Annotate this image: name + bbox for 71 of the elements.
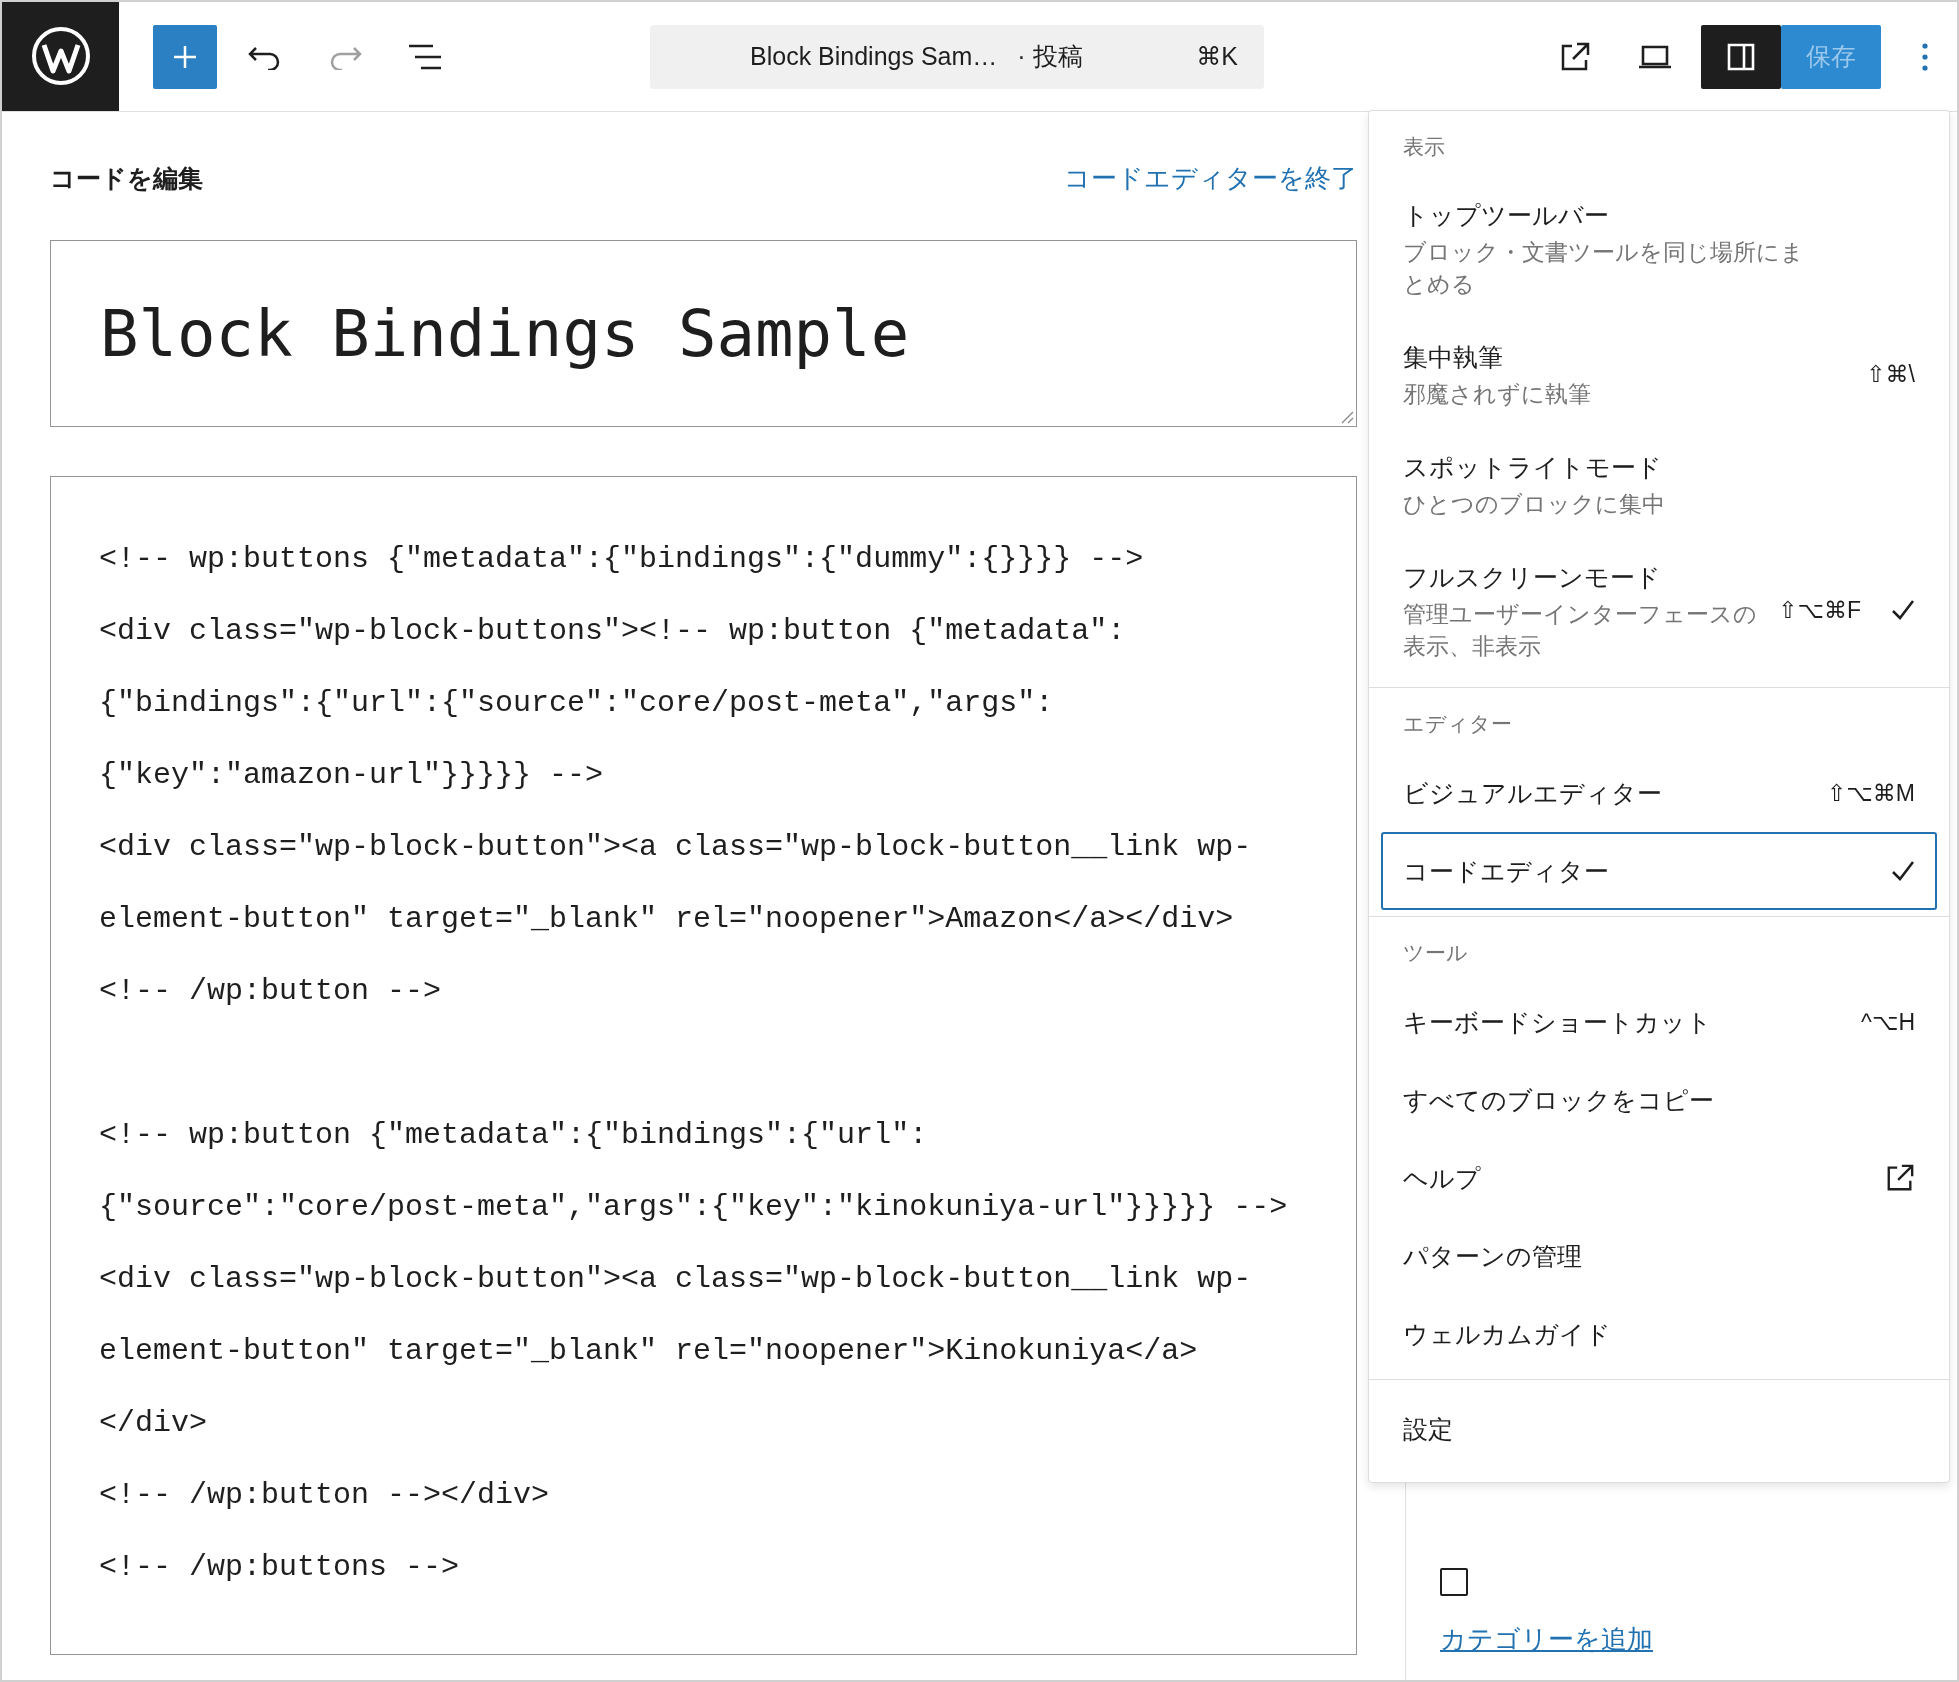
command-bar[interactable]: Block Bindings Sam… · 投稿 ⌘K [650, 24, 1264, 89]
external-link-icon [1885, 1163, 1915, 1193]
menu-item-label: 集中執筆 [1403, 342, 1504, 373]
sidebar-icon [1726, 41, 1756, 72]
menu-item[interactable]: すべてのブロックをコピー [1381, 1061, 1937, 1139]
menu-item-description: 邪魔されずに執筆 [1403, 380, 1592, 409]
menu-section-heading: 表示 [1402, 134, 1446, 160]
menu-section-heading: ツール [1402, 940, 1469, 966]
menu-item-label: キーボードショートカット [1403, 1007, 1713, 1038]
code-line: <div class="wp-block-button"><a class="wp-block-button__link wp- [99, 1261, 1253, 1298]
code-line: </div> [99, 1405, 209, 1442]
settings-toggle-button[interactable] [1701, 24, 1781, 89]
menu-item[interactable]: トップツールバー ブロック・文書ツールを同じ場所にまとめる [1381, 177, 1937, 319]
menu-item[interactable]: スポットライトモード ひとつのブロックに集中 [1381, 429, 1937, 539]
plus-icon [172, 43, 198, 70]
post-title-label: Block Bindings Sam… [750, 42, 998, 71]
code-line: {"key":"amazon-url"}}}}} --> [99, 757, 605, 794]
list-icon [407, 42, 443, 71]
menu-item[interactable]: 集中執筆 邪魔されずに執筆 ⇧⌘\ [1381, 319, 1937, 429]
menu-section-heading: エディター [1402, 711, 1513, 737]
site-logo-button[interactable] [2, 2, 119, 111]
menu-item-description: 管理ユーザーインターフェースの表示、非表示 [1403, 600, 1758, 661]
code-line: <!-- /wp:button --></div> [99, 1477, 551, 1514]
menu-item-label: スポットライトモード [1403, 452, 1663, 483]
menu-item-label: トップツールバー [1403, 200, 1610, 231]
menu-item[interactable]: ヘルプ [1381, 1139, 1937, 1217]
menu-item-label: 設定 [1403, 1414, 1454, 1445]
post-title-text: Block Bindings Sample [100, 296, 910, 371]
post-title-field[interactable]: Block Bindings Sample [50, 240, 1357, 427]
menu-item[interactable]: キーボードショートカット ^⌥H [1381, 983, 1937, 1061]
menu-item-label: ビジュアルエディター [1403, 778, 1663, 809]
external-link-icon [1559, 40, 1591, 73]
post-type-label: · 投稿 [1017, 41, 1083, 72]
code-line: element-button" target="_blank" rel="noopener">Amazon</a></div> [99, 901, 1235, 938]
shortcut-label: ⇧⌥⌘M [1827, 779, 1915, 807]
menu-item[interactable]: パターンの管理 [1381, 1217, 1937, 1295]
logo-icon [29, 25, 92, 87]
code-line: <!-- wp:button {"metadata":{"bindings":{"url": [99, 1117, 929, 1154]
category-checkbox[interactable] [1440, 1568, 1468, 1596]
menu-item-label: ヘルプ [1403, 1163, 1482, 1194]
menu-item-label: フルスクリーンモード [1403, 562, 1662, 593]
menu-item[interactable]: ウェルカムガイド [1381, 1295, 1937, 1373]
shortcut-label: ^⌥H [1861, 1008, 1915, 1036]
more-vertical-icon [1921, 41, 1929, 72]
code-line: {"bindings":{"url":{"source":"core/post-meta","args": [99, 685, 1055, 722]
laptop-icon [1637, 43, 1673, 70]
menu-item[interactable]: 設定 [1381, 1390, 1937, 1468]
code-line: <div class="wp-block-buttons"><!-- wp:button {"metadata": [99, 613, 1127, 650]
menu-item-label: コードエディター [1403, 856, 1610, 887]
add-category-link[interactable]: カテゴリーを追加 [1440, 1622, 1653, 1657]
menu-item-label: ウェルカムガイド [1403, 1319, 1612, 1350]
code-editor-field[interactable] [50, 476, 1357, 1655]
shortcut-label: ⇧⌘\ [1866, 360, 1915, 388]
code-editor-heading: コードを編集 [50, 162, 203, 194]
menu-item-label: すべてのブロックをコピー [1403, 1085, 1715, 1116]
menu-item-label: パターンの管理 [1403, 1241, 1583, 1272]
code-line: element-button" target="_blank" rel="noopener">Kinokuniya</a> [99, 1333, 1199, 1370]
menu-item-description: ブロック・文書ツールを同じ場所にまとめる [1403, 238, 1805, 299]
code-line: <!-- wp:buttons {"metadata":{"bindings":{"dummy":{}}}} --> [99, 541, 1145, 578]
menu-item-description: ひとつのブロックに集中 [1403, 490, 1666, 519]
add-block-button[interactable] [153, 24, 217, 89]
menu-item[interactable]: ビジュアルエディター ⇧⌥⌘M [1381, 754, 1937, 832]
code-line: {"source":"core/post-meta","args":{"key":"kinokuniya-url"}}}}} --> [99, 1189, 1289, 1226]
menu-item[interactable]: フルスクリーンモード 管理ユーザーインターフェースの表示、非表示 ⇧⌥⌘F [1381, 539, 1937, 681]
shortcut-label: ⌘K [1196, 42, 1238, 71]
menu-item[interactable]: コードエディター [1381, 832, 1937, 910]
exit-code-editor-link[interactable]: コードエディターを終了 [1064, 160, 1357, 196]
code-line: <div class="wp-block-button"><a class="wp-block-button__link wp- [99, 829, 1253, 866]
shortcut-label: ⇧⌥⌘F [1778, 596, 1861, 624]
code-line: <!-- /wp:button --> [99, 973, 443, 1010]
code-line: <!-- /wp:buttons --> [99, 1549, 461, 1586]
